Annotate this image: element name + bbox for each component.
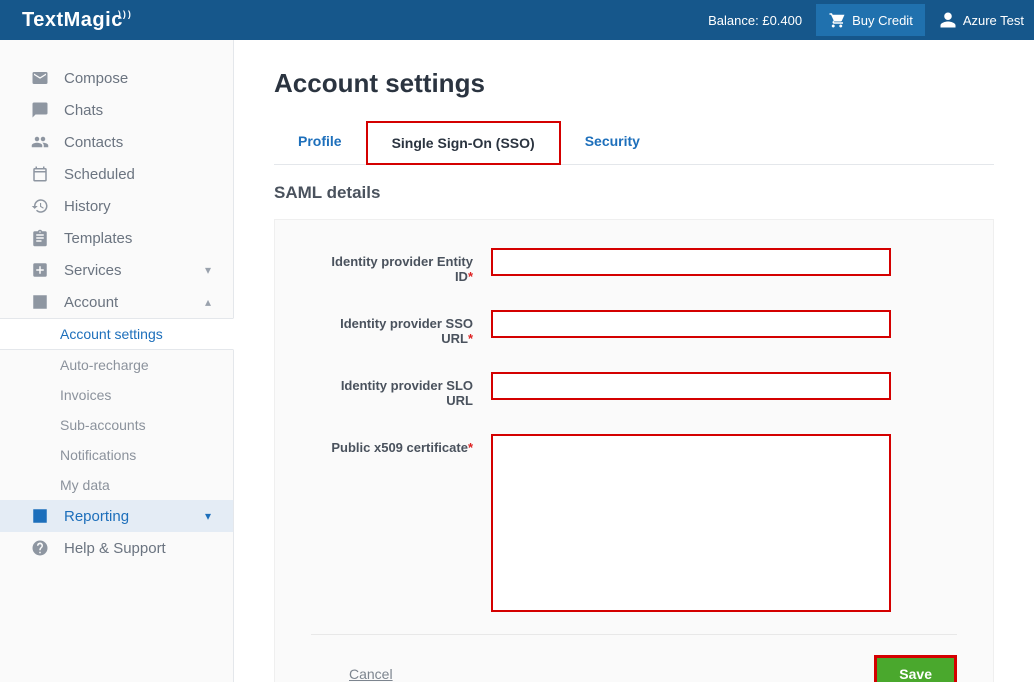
sidebar-item-label: Contacts xyxy=(64,134,123,151)
sidebar-item-label: Templates xyxy=(64,230,132,247)
sso-url-label: Identity provider SSO URL* xyxy=(311,310,491,346)
calendar-icon xyxy=(30,165,50,183)
account-icon xyxy=(30,293,50,311)
main-content: Account settings Profile Single Sign-On … xyxy=(234,40,1034,682)
sidebar-item-label: Account xyxy=(64,294,118,311)
sidebar-item-label: History xyxy=(64,198,111,215)
logo: TextMagic))) xyxy=(22,9,123,32)
buy-credit-label: Buy Credit xyxy=(852,13,913,28)
subitem-my-data[interactable]: My data xyxy=(0,470,233,500)
sidebar-item-templates[interactable]: Templates xyxy=(0,222,233,254)
form-actions: Cancel Save xyxy=(311,634,957,682)
sidebar-item-label: Help & Support xyxy=(64,540,166,557)
chevron-down-icon: ▾ xyxy=(205,263,211,277)
balance-text: Balance: £0.400 xyxy=(708,13,802,28)
sidebar: Compose Chats Contacts Scheduled History… xyxy=(0,40,234,682)
subitem-auto-recharge[interactable]: Auto-recharge xyxy=(0,350,233,380)
sidebar-item-chats[interactable]: Chats xyxy=(0,94,233,126)
chats-icon xyxy=(30,101,50,119)
cert-label: Public x509 certificate* xyxy=(311,434,491,455)
sidebar-item-history[interactable]: History xyxy=(0,190,233,222)
cart-icon xyxy=(828,11,846,29)
sidebar-item-scheduled[interactable]: Scheduled xyxy=(0,158,233,190)
help-icon xyxy=(30,539,50,557)
page-title: Account settings xyxy=(274,68,994,99)
sidebar-item-reporting[interactable]: Reporting ▾ xyxy=(0,500,233,532)
subitem-invoices[interactable]: Invoices xyxy=(0,380,233,410)
sidebar-item-label: Compose xyxy=(64,70,128,87)
clipboard-icon xyxy=(30,229,50,247)
sidebar-item-label: Chats xyxy=(64,102,103,119)
chevron-up-icon: ▴ xyxy=(205,295,211,309)
cert-textarea[interactable] xyxy=(491,434,891,612)
top-bar: TextMagic))) Balance: £0.400 Buy Credit … xyxy=(0,0,1034,40)
chart-icon xyxy=(30,507,50,525)
tab-sso[interactable]: Single Sign-On (SSO) xyxy=(366,121,561,165)
subitem-sub-accounts[interactable]: Sub-accounts xyxy=(0,410,233,440)
plus-box-icon xyxy=(30,261,50,279)
tab-profile[interactable]: Profile xyxy=(274,121,366,164)
chevron-down-icon: ▾ xyxy=(205,509,211,523)
entity-id-input[interactable] xyxy=(491,248,891,276)
user-icon xyxy=(939,11,957,29)
account-submenu: Account settings Auto-recharge Invoices … xyxy=(0,318,233,500)
subitem-account-settings[interactable]: Account settings xyxy=(0,318,234,350)
sidebar-item-compose[interactable]: Compose xyxy=(0,62,233,94)
cancel-link[interactable]: Cancel xyxy=(349,666,393,682)
contacts-icon xyxy=(30,133,50,151)
history-icon xyxy=(30,197,50,215)
save-button[interactable]: Save xyxy=(874,655,957,682)
tabs: Profile Single Sign-On (SSO) Security xyxy=(274,121,994,165)
sidebar-item-help[interactable]: Help & Support xyxy=(0,532,233,564)
subitem-notifications[interactable]: Notifications xyxy=(0,440,233,470)
sso-url-input[interactable] xyxy=(491,310,891,338)
section-heading: SAML details xyxy=(274,183,994,203)
sidebar-item-label: Services xyxy=(64,262,122,279)
compose-icon xyxy=(30,69,50,87)
slo-url-label: Identity provider SLO URL xyxy=(311,372,491,408)
sidebar-item-label: Scheduled xyxy=(64,166,135,183)
saml-form: Identity provider Entity ID* Identity pr… xyxy=(274,219,994,682)
user-menu[interactable]: Azure Test xyxy=(939,11,1024,29)
buy-credit-button[interactable]: Buy Credit xyxy=(816,4,925,36)
sidebar-item-services[interactable]: Services ▾ xyxy=(0,254,233,286)
sidebar-item-label: Reporting xyxy=(64,508,129,525)
tab-security[interactable]: Security xyxy=(561,121,664,164)
sidebar-item-contacts[interactable]: Contacts xyxy=(0,126,233,158)
sidebar-item-account[interactable]: Account ▴ xyxy=(0,286,233,318)
user-name-label: Azure Test xyxy=(963,13,1024,28)
slo-url-input[interactable] xyxy=(491,372,891,400)
entity-id-label: Identity provider Entity ID* xyxy=(311,248,491,284)
